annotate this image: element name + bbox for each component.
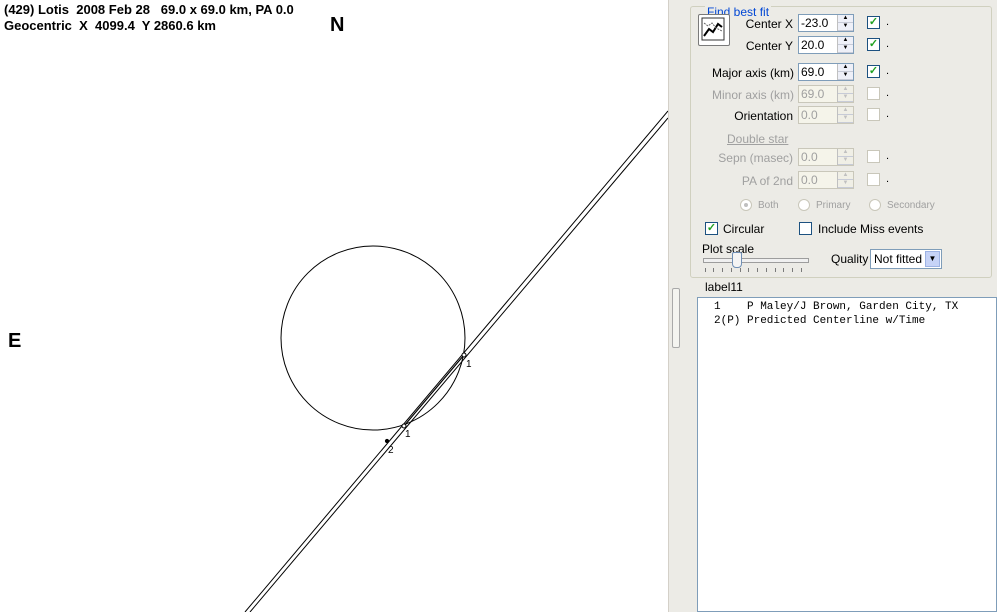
minor-axis-dot: .: [886, 87, 890, 99]
asteroid-plot: 1 1 2: [244, 110, 668, 612]
major-axis-input[interactable]: 69.0 ▲ ▼: [798, 63, 854, 81]
chart-fit-icon: [701, 17, 725, 41]
minor-axis-value: 69.0: [801, 87, 825, 101]
major-axis-label: Major axis (km): [712, 66, 795, 80]
center-y-input[interactable]: 20.0 ▲ ▼: [798, 36, 854, 54]
pa-2nd-input[interactable]: 0.0 ▲ ▼: [798, 171, 854, 189]
sepn-input[interactable]: 0.0 ▲ ▼: [798, 148, 854, 166]
plot-scale-thumb[interactable]: [732, 252, 742, 268]
sepn-checkbox[interactable]: [867, 150, 880, 163]
spin-up-icon[interactable]: ▲: [838, 86, 853, 94]
center-x-checkbox[interactable]: ✓: [867, 16, 880, 29]
circular-label: Circular: [723, 222, 765, 236]
radio-both-label: Both: [758, 200, 779, 211]
center-x-dot: .: [886, 16, 890, 28]
plot-header-line1: (429) Lotis 2008 Feb 28 69.0 x 69.0 km, …: [4, 2, 294, 17]
include-miss-checkbox[interactable]: [799, 222, 812, 235]
spin-up-icon[interactable]: ▲: [838, 37, 853, 45]
chord-point-2: [384, 438, 390, 444]
chevron-down-icon[interactable]: ▼: [925, 251, 940, 267]
spin-up-icon[interactable]: ▲: [838, 15, 853, 23]
splitter[interactable]: [668, 0, 683, 612]
spin-down-icon[interactable]: ▼: [838, 180, 853, 188]
quality-value: Not fitted: [874, 252, 923, 266]
chord-label-1a: 1: [466, 359, 472, 370]
radio-primary[interactable]: [798, 199, 810, 211]
pa-2nd-dot: .: [886, 173, 890, 185]
plot-scale-label: Plot scale: [702, 242, 755, 256]
asteroid-outline: [280, 245, 466, 431]
chord-label-1b: 1: [405, 429, 411, 440]
radio-secondary[interactable]: [869, 199, 881, 211]
radio-secondary-label: Secondary: [887, 200, 935, 211]
chord-label-2: 2: [388, 445, 394, 456]
label11: label11: [705, 280, 743, 294]
list-item[interactable]: 1 P Maley/J Brown, Garden City, TX: [714, 301, 958, 313]
spin-down-icon[interactable]: ▼: [838, 45, 853, 53]
pa-2nd-value: 0.0: [801, 173, 818, 187]
center-y-value: 20.0: [801, 38, 825, 52]
spin-down-icon[interactable]: ▼: [838, 23, 853, 31]
orientation-checkbox[interactable]: [867, 108, 880, 121]
pa-2nd-label: PA of 2nd: [741, 174, 793, 188]
center-x-label: Center X: [745, 17, 793, 31]
center-x-input[interactable]: -23.0 ▲ ▼: [798, 14, 854, 32]
major-axis-value: 69.0: [801, 65, 825, 79]
east-label: E: [8, 330, 22, 352]
spin-down-icon[interactable]: ▼: [838, 157, 853, 165]
include-miss-label: Include Miss events: [818, 222, 924, 236]
splitter-grip[interactable]: [672, 288, 680, 348]
sepn-dot: .: [886, 150, 890, 162]
chord-segment: [403, 354, 465, 427]
center-y-checkbox[interactable]: ✓: [867, 38, 880, 51]
major-axis-checkbox[interactable]: ✓: [867, 65, 880, 78]
chord-line-1a: [244, 110, 668, 612]
chord-point-1a: [461, 352, 467, 358]
orientation-input[interactable]: 0.0 ▲ ▼: [798, 106, 854, 124]
spin-up-icon[interactable]: ▲: [838, 149, 853, 157]
plot-header-line2: Geocentric X 4099.4 Y 2860.6 km: [4, 18, 216, 33]
sepn-label: Sepn (masec): [718, 151, 793, 165]
observer-list[interactable]: 1 P Maley/J Brown, Garden City, TX 2(P) …: [697, 297, 997, 612]
chord-line-1b: [249, 117, 668, 612]
chord-point-1b: [401, 423, 407, 429]
north-label: N: [330, 14, 345, 36]
list-item[interactable]: 2(P) Predicted Centerline w/Time: [714, 315, 925, 327]
sepn-value: 0.0: [801, 150, 818, 164]
minor-axis-checkbox[interactable]: [867, 87, 880, 100]
quality-select[interactable]: Not fitted ▼: [870, 249, 942, 269]
radio-primary-label: Primary: [816, 200, 851, 211]
quality-label: Quality: [831, 252, 869, 266]
spin-down-icon[interactable]: ▼: [838, 115, 853, 123]
spin-up-icon[interactable]: ▲: [838, 64, 853, 72]
double-star-link[interactable]: Double star: [727, 132, 788, 146]
orientation-label: Orientation: [734, 109, 793, 123]
find-best-fit-button[interactable]: [698, 14, 730, 46]
pa-2nd-checkbox[interactable]: [867, 173, 880, 186]
spin-down-icon[interactable]: ▼: [838, 94, 853, 102]
spin-up-icon[interactable]: ▲: [838, 107, 853, 115]
orientation-value: 0.0: [801, 108, 818, 122]
minor-axis-input[interactable]: 69.0 ▲ ▼: [798, 85, 854, 103]
spin-down-icon[interactable]: ▼: [838, 72, 853, 80]
minor-axis-label: Minor axis (km): [712, 88, 795, 102]
plot-scale-track[interactable]: [703, 258, 809, 263]
center-y-dot: .: [886, 38, 890, 50]
spin-up-icon[interactable]: ▲: [838, 172, 853, 180]
plot-area[interactable]: 1 1 2 (429) Lotis 2008 Feb 28 69.0 x 69.…: [0, 0, 668, 612]
major-axis-dot: .: [886, 65, 890, 77]
circular-checkbox[interactable]: ✓: [705, 222, 718, 235]
orientation-dot: .: [886, 108, 890, 120]
radio-both[interactable]: [740, 199, 752, 211]
center-x-value: -23.0: [801, 16, 829, 30]
center-y-label: Center Y: [745, 39, 793, 53]
